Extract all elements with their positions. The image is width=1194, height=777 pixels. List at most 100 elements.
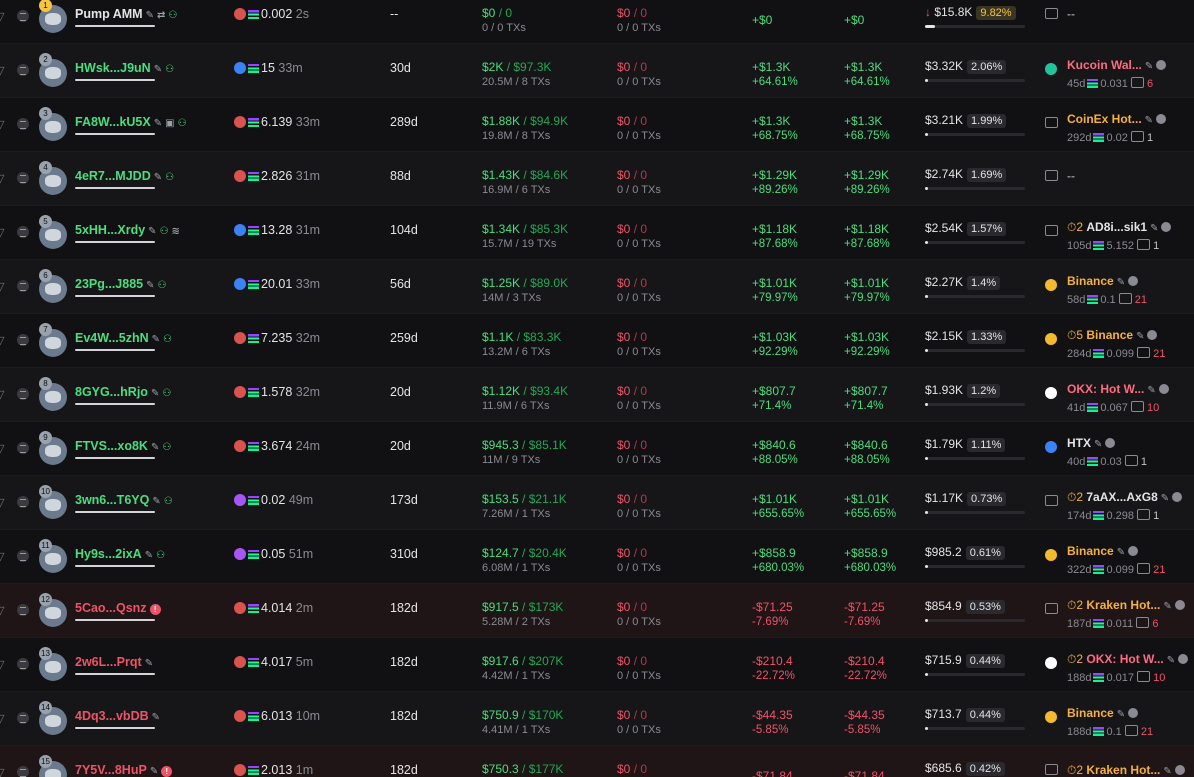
funding-source-name[interactable]: ⏱2 Kraken Hot... ✎ [1067,598,1185,613]
wallet-address[interactable]: 7Y5V...8HuP ✎! [75,763,173,777]
table-row[interactable]: ▽ 14 4Dq3...vbDB ✎ 6.013 10m 182d $750.9 / $17… [0,692,1194,746]
funding-name-text[interactable]: HTX [1067,436,1091,450]
filter-icon[interactable]: ▽ [0,280,6,293]
funding-name-text[interactable]: Kucoin Wal... [1067,58,1142,72]
funding-name-text[interactable]: -- [1067,7,1075,21]
edit-icon[interactable]: ✎ [1117,547,1125,558]
wallet-address-text[interactable]: Hy9s...2ixA [75,547,142,561]
table-row[interactable]: ▽ 4 4eR7...MJDD ✎ ⚇ 2.826 31m 88d $1.43K / $84.… [0,152,1194,206]
edit-icon[interactable]: ✎ [146,280,154,291]
list-icon[interactable] [17,658,29,670]
filter-icon[interactable]: ▽ [0,496,6,509]
list-icon[interactable] [17,442,29,454]
funding-name-text[interactable]: Kraken Hot... [1086,598,1160,612]
table-row[interactable]: ▽ 10 3wn6...T6YQ ✎ ⚇ 0.02 49m 173d $153.5 / $21… [0,476,1194,530]
edit-icon[interactable]: ✎ [1145,61,1153,72]
wallet-address-text[interactable]: 8GYG...hRjo [75,385,148,399]
list-icon[interactable] [17,388,29,400]
filter-icon[interactable]: ▽ [0,226,6,239]
edit-icon[interactable]: ✎ [145,658,153,669]
list-icon[interactable] [17,118,29,130]
filter-icon[interactable]: ▽ [0,442,6,455]
list-icon[interactable] [17,604,29,616]
table-row[interactable]: ▽ 5 5xHH...Xrdy ✎ ⚇ ≋ 13.28 31m 104d $1.34K / $8… [0,206,1194,260]
wallet-address-text[interactable]: Pump AMM [75,7,143,21]
edit-icon[interactable]: ✎ [1136,331,1144,342]
filter-icon[interactable]: ▽ [0,334,6,347]
wallet-address[interactable]: Ev4W...5zhN ✎ ⚇ [75,331,172,345]
filter-icon[interactable]: ▽ [0,172,6,185]
wallet-address-text[interactable]: FTVS...xo8K [75,439,148,453]
filter-icon[interactable]: ▽ [0,604,6,617]
wallet-address-text[interactable]: 3wn6...T6YQ [75,493,149,507]
edit-icon[interactable]: ✎ [1150,223,1158,234]
wallet-address[interactable]: 4eR7...MJDD ✎ ⚇ [75,169,174,183]
table-row[interactable]: ▽ 11 Hy9s...2ixA ✎ ⚇ 0.05 51m 310d $124.7 / $20… [0,530,1194,584]
list-icon[interactable] [17,280,29,292]
filter-icon[interactable]: ▽ [0,766,6,777]
funding-source-name[interactable]: Binance ✎ [1067,274,1139,288]
list-icon[interactable] [17,64,29,76]
wallet-address[interactable]: 5xHH...Xrdy ✎ ⚇ ≋ [75,223,180,237]
edit-icon[interactable]: ✎ [152,334,160,345]
filter-icon[interactable]: ▽ [0,712,6,725]
funding-name-text[interactable]: Binance [1067,544,1114,558]
edit-icon[interactable]: ✎ [148,226,156,237]
table-row[interactable]: ▽ 12 5Cao...Qsnz! 4.014 2m 182d $917.5 / $173… [0,584,1194,638]
wallet-address-text[interactable]: 2w6L...Prqt [75,655,142,669]
edit-icon[interactable]: ✎ [151,442,159,453]
wallet-address[interactable]: 23Pg...J885 ✎ ⚇ [75,277,166,291]
edit-icon[interactable]: ✎ [1145,115,1153,126]
list-icon[interactable] [17,766,29,777]
wallet-address[interactable]: FTVS...xo8K ✎ ⚇ [75,439,171,453]
funding-name-text[interactable]: Binance [1086,328,1133,342]
list-icon[interactable] [17,172,29,184]
wallet-address[interactable]: Hy9s...2ixA ✎ ⚇ [75,547,165,561]
funding-name-text[interactable]: 7aAX...AxG8 [1086,490,1157,504]
list-icon[interactable] [17,10,29,22]
edit-icon[interactable]: ✎ [1163,766,1171,777]
funding-source-name[interactable]: ⏱2 Kraken Hot... ✎ [1067,763,1185,777]
funding-source-name[interactable]: HTX ✎ [1067,436,1116,450]
funding-source-name[interactable]: Kucoin Wal... ✎ [1067,58,1167,72]
wallet-address[interactable]: FA8W...kU5X ✎ ▣ ⚇ [75,115,187,129]
funding-source-name[interactable]: OKX: Hot W... ✎ [1067,382,1169,396]
table-row[interactable]: ▽ 9 FTVS...xo8K ✎ ⚇ 3.674 24m 20d $945.3 / $85.… [0,422,1194,476]
wallet-address[interactable]: 3wn6...T6YQ ✎ ⚇ [75,493,173,507]
funding-name-text[interactable]: AD8i...sik1 [1086,220,1147,234]
list-icon[interactable] [17,226,29,238]
table-row[interactable]: ▽ 8 8GYG...hRjo ✎ ⚇ 1.578 32m 20d $1.12K / $93.… [0,368,1194,422]
funding-source-name[interactable]: ⏱2 OKX: Hot W... ✎ [1067,652,1189,667]
edit-icon[interactable]: ✎ [1147,385,1155,396]
edit-icon[interactable]: ✎ [151,388,159,399]
funding-source-name[interactable]: ⏱2 7aAX...AxG8 ✎ [1067,490,1183,505]
funding-name-text[interactable]: -- [1067,169,1075,183]
edit-icon[interactable]: ✎ [1161,493,1169,504]
wallet-address-text[interactable]: 7Y5V...8HuP [75,763,147,777]
table-row[interactable]: ▽ 15 7Y5V...8HuP ✎! 2.013 1m 182d $750.3 / $17… [0,746,1194,777]
funding-source-name[interactable]: ⏱2 AD8i...sik1 ✎ [1067,220,1172,235]
wallet-address-text[interactable]: FA8W...kU5X [75,115,151,129]
wallet-address-text[interactable]: 5xHH...Xrdy [75,223,145,237]
list-icon[interactable] [17,550,29,562]
table-row[interactable]: ▽ 13 2w6L...Prqt ✎ 4.017 5m 182d $917.6 / $207… [0,638,1194,692]
funding-name-text[interactable]: OKX: Hot W... [1067,382,1144,396]
wallet-address-text[interactable]: Ev4W...5zhN [75,331,149,345]
edit-icon[interactable]: ✎ [146,10,154,21]
filter-icon[interactable]: ▽ [0,550,6,563]
wallet-address[interactable]: 4Dq3...vbDB ✎ [75,709,160,723]
funding-name-text[interactable]: Binance [1067,706,1114,720]
edit-icon[interactable]: ✎ [150,766,158,777]
list-icon[interactable] [17,334,29,346]
edit-icon[interactable]: ✎ [154,118,162,129]
filter-icon[interactable]: ▽ [0,388,6,401]
funding-name-text[interactable]: Binance [1067,274,1114,288]
wallet-address-text[interactable]: 4Dq3...vbDB [75,709,149,723]
table-row[interactable]: ▽ 2 HWsk...J9uN ✎ ⚇ 15 33m 30d $2K / $97.3K 20.5… [0,44,1194,98]
wallet-address-text[interactable]: 23Pg...J885 [75,277,143,291]
wallet-address-text[interactable]: 4eR7...MJDD [75,169,151,183]
wallet-address-text[interactable]: HWsk...J9uN [75,61,151,75]
table-row[interactable]: ▽ 3 FA8W...kU5X ✎ ▣ ⚇ 6.139 33m 289d $1.88K / $9… [0,98,1194,152]
filter-icon[interactable]: ▽ [0,64,6,77]
funding-source-name[interactable]: ⏱5 Binance ✎ [1067,328,1158,343]
